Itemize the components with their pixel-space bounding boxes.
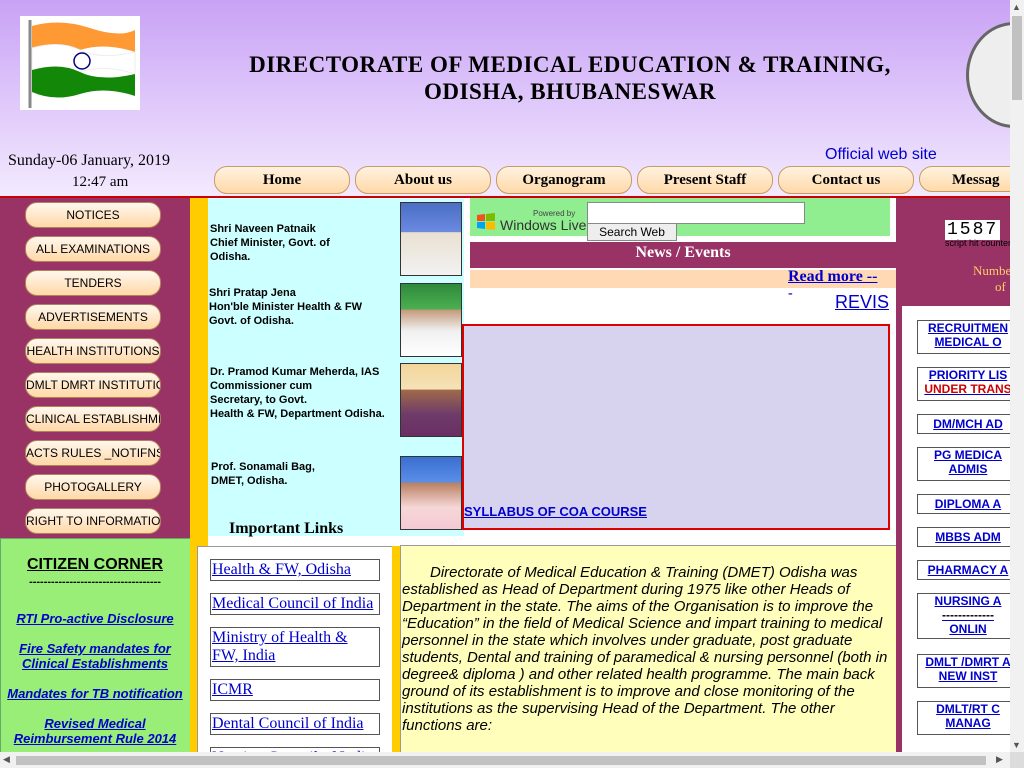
news-events-header: News / Events bbox=[470, 242, 896, 268]
link-ministry-health[interactable]: Ministry of Health & FW, India bbox=[210, 627, 380, 667]
hit-counter-digits: 1587 bbox=[945, 220, 1001, 240]
menu-right-to-information[interactable]: RIGHT TO INFORMATION bbox=[25, 508, 161, 534]
link-health-fw-odisha[interactable]: Health & FW, Odisha bbox=[210, 559, 380, 581]
link-dental-council[interactable]: Dental Council of India bbox=[210, 713, 380, 735]
menu-notices[interactable]: NOTICES bbox=[25, 202, 161, 228]
scroll-down-arrow-icon[interactable]: ▼ bbox=[1012, 740, 1021, 750]
scroll-left-arrow-icon[interactable]: ◀ bbox=[3, 754, 10, 765]
page-title-line2: ODISHA, BHUBANESWAR bbox=[424, 79, 716, 104]
link-medical-council[interactable]: Medical Council of India bbox=[210, 593, 380, 615]
right-link-dmlt-rt-management[interactable]: DMLT/RT C MANAG bbox=[917, 701, 1019, 735]
right-link-nursing[interactable]: NURSING A ------------- ONLIN bbox=[917, 593, 1019, 639]
number-of-visitors-label: Numbe of bbox=[973, 263, 1012, 294]
official-site-label: Official web site bbox=[825, 146, 937, 163]
photo-commissioner bbox=[400, 363, 462, 437]
citizen-corner-title: CITIZEN CORNER bbox=[27, 556, 163, 573]
photo-chief-minister bbox=[400, 202, 462, 276]
menu-acts-rules[interactable]: ACTS RULES _NOTIFNS bbox=[25, 440, 161, 466]
windows-logo-icon bbox=[476, 212, 496, 232]
revis-marquee-link[interactable]: REVIS bbox=[835, 292, 889, 313]
link-fire-safety[interactable]: Fire Safety mandates for Clinical Establ… bbox=[10, 641, 180, 671]
right-link-recruitment[interactable]: RECRUITMEN MEDICAL O bbox=[917, 320, 1019, 354]
menu-health-institutions[interactable]: HEALTH INSTITUTIONS bbox=[25, 338, 161, 364]
read-more-dash: - bbox=[788, 286, 793, 301]
right-link-pharmacy[interactable]: PHARMACY A bbox=[917, 560, 1019, 580]
link-tb-notification[interactable]: Mandates for TB notification bbox=[0, 686, 190, 701]
nav-home[interactable]: Home bbox=[214, 166, 350, 194]
important-links-title: Important Links bbox=[229, 520, 344, 537]
link-reimbursement-rule[interactable]: Revised Medical Reimbursement Rule 2014 bbox=[5, 716, 185, 746]
yellow-divider-2 bbox=[392, 546, 400, 752]
current-time: 12:47 am bbox=[72, 174, 129, 190]
nav-present-staff[interactable]: Present Staff bbox=[637, 166, 773, 194]
menu-advertisements[interactable]: ADVERTISEMENTS bbox=[25, 304, 161, 330]
current-date: Sunday-06 January, 2019 bbox=[8, 152, 171, 169]
official-4-text: Prof. Sonamali Bag, DMET, Odisha. bbox=[211, 461, 315, 487]
nav-messages[interactable]: Messag bbox=[919, 166, 1024, 192]
nav-about-us[interactable]: About us bbox=[355, 166, 491, 194]
photo-dmet bbox=[400, 456, 462, 530]
hit-counter-label: script hit counter bbox=[945, 238, 1012, 248]
right-link-dm-mch[interactable]: DM/MCH AD bbox=[917, 414, 1019, 434]
link-rti-disclosure[interactable]: RTI Pro-active Disclosure bbox=[0, 611, 190, 626]
menu-photogallery[interactable]: PHOTOGALLERY bbox=[25, 474, 161, 500]
page-title-line1: DIRECTORATE OF MEDICAL EDUCATION & TRAIN… bbox=[249, 52, 891, 77]
scroll-up-arrow-icon[interactable]: ▲ bbox=[1012, 2, 1021, 12]
menu-clinical-establishment[interactable]: CLINICAL ESTABLISHMENT bbox=[25, 406, 161, 432]
right-link-dmlt-dmrt[interactable]: DMLT /DMRT A NEW INST bbox=[917, 654, 1019, 688]
vertical-scrollbar[interactable] bbox=[1010, 0, 1024, 752]
search-web-button[interactable]: Search Web bbox=[587, 223, 677, 241]
citizen-corner-divider: ------------------------------------ bbox=[29, 576, 161, 588]
about-text: Directorate of Medical Education & Train… bbox=[402, 564, 888, 734]
menu-dmlt-dmrt-institutions[interactable]: DMLT DMRT INSTITUTIONS bbox=[25, 372, 161, 398]
right-link-diploma[interactable]: DIPLOMA A bbox=[917, 494, 1019, 514]
news-box bbox=[462, 324, 890, 530]
horizontal-scrollbar-thumb[interactable] bbox=[16, 756, 986, 765]
official-3-text: Dr. Pramod Kumar Meherda, IAS Commissione… bbox=[210, 366, 385, 420]
nav-contact-us[interactable]: Contact us bbox=[778, 166, 914, 194]
right-link-mbbs[interactable]: MBBS ADM bbox=[917, 527, 1019, 547]
news-item-syllabus[interactable]: SYLLABUS OF COA COURSE bbox=[464, 504, 647, 519]
right-link-priority-list[interactable]: PRIORITY LIS UNDER TRANS bbox=[917, 367, 1019, 401]
read-more-link[interactable]: Read more -- bbox=[788, 268, 877, 286]
scroll-right-arrow-icon[interactable]: ▶ bbox=[996, 754, 1003, 765]
photo-health-minister bbox=[400, 283, 462, 357]
menu-tenders[interactable]: TENDERS bbox=[25, 270, 161, 296]
vertical-scrollbar-thumb[interactable] bbox=[1012, 16, 1022, 100]
search-input[interactable] bbox=[587, 202, 805, 224]
right-link-pg-medical[interactable]: PG MEDICA ADMIS bbox=[917, 447, 1019, 481]
scrollbar-corner bbox=[1010, 752, 1024, 768]
windows-live-brand: Windows Live bbox=[500, 217, 587, 233]
nav-organogram[interactable]: Organogram bbox=[496, 166, 632, 194]
indian-flag-image bbox=[20, 16, 140, 110]
official-2-text: Shri Pratap Jena Hon'ble Minister Health … bbox=[209, 287, 362, 327]
official-1-text: Shri Naveen Patnaik Chief Minister, Govt.… bbox=[210, 223, 330, 263]
menu-all-examinations[interactable]: ALL EXAMINATIONS bbox=[25, 236, 161, 262]
link-icmr[interactable]: ICMR bbox=[210, 679, 380, 701]
